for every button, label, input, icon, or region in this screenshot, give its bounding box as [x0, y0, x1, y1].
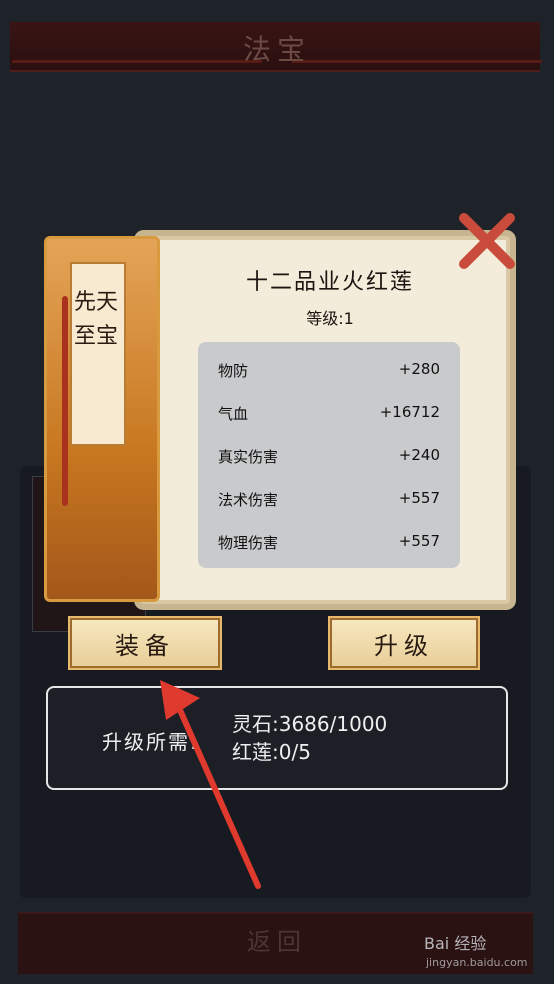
rarity-tag-text: 先天至宝 — [73, 290, 118, 349]
tag-cord-decoration — [62, 296, 68, 506]
stat-row: 气血 +16712 — [218, 397, 440, 427]
stat-row: 真实伤害 +240 — [218, 440, 440, 470]
close-x-icon[interactable] — [456, 208, 518, 274]
stat-name: 物防 — [218, 362, 249, 380]
stat-name: 真实伤害 — [218, 448, 279, 466]
item-name: 十二品业火红莲 — [245, 270, 414, 295]
stat-value: +557 — [398, 532, 440, 550]
stat-value: +557 — [398, 489, 440, 507]
stat-row: 物理伤害 +557 — [218, 526, 440, 556]
stats-panel: 物防 +280 气血 +16712 真实伤害 +240 法术伤害 +557 物理… — [198, 342, 460, 568]
stat-name: 法术伤害 — [218, 491, 279, 509]
stat-value: +240 — [398, 446, 440, 464]
watermark-url: jingyan.baidu.com — [426, 956, 528, 969]
red-arrow-icon — [150, 670, 270, 900]
watermark-brand: Bai 经验 — [424, 934, 487, 953]
item-level: 等级:1 — [306, 309, 354, 328]
stat-value: +16712 — [379, 403, 440, 421]
page-title: 法宝 — [242, 33, 311, 66]
stat-row: 法术伤害 +557 — [218, 483, 440, 513]
upgrade-button[interactable]: 升级 — [330, 618, 478, 668]
stat-value: +280 — [398, 360, 440, 378]
stat-name: 气血 — [218, 405, 249, 423]
stat-name: 物理伤害 — [218, 534, 279, 552]
equip-button[interactable]: 装备 — [70, 618, 220, 668]
stat-row: 物防 +280 — [218, 354, 440, 384]
